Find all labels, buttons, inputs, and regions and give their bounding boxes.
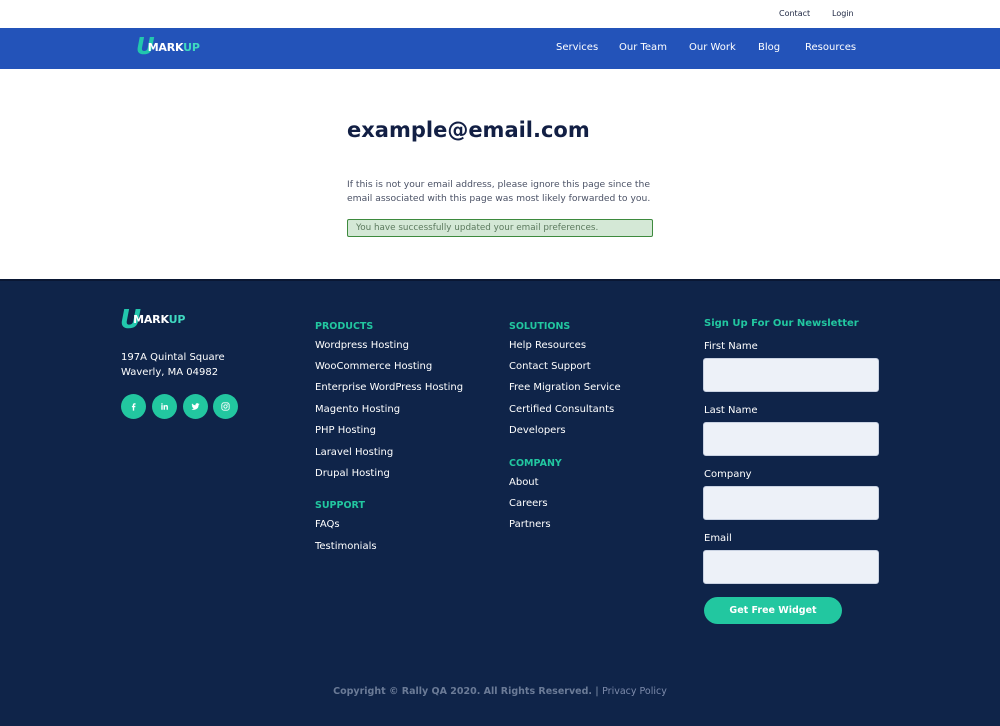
get-free-widget-button[interactable]: Get Free Widget	[704, 597, 842, 624]
footer-link-magento-hosting[interactable]: Magento Hosting	[315, 404, 400, 415]
twitter-button[interactable]	[183, 394, 208, 419]
address-line-2: Waverly, MA 04982	[121, 367, 219, 378]
copyright-bar: Copyright © Rally QA 2020. All Rights Re…	[0, 686, 1000, 697]
nav-resources[interactable]: Resources	[805, 42, 856, 53]
header-logo[interactable]: U MARKUP	[136, 36, 200, 59]
products-heading: PRODUCTS	[315, 321, 374, 332]
newsletter-heading: Sign Up For Our Newsletter	[704, 318, 859, 329]
login-link[interactable]: Login	[832, 9, 854, 18]
logo-word-accent: UP	[168, 313, 186, 326]
last-name-field[interactable]	[703, 422, 879, 456]
support-heading: SUPPORT	[315, 500, 365, 511]
solutions-heading: SOLUTIONS	[509, 321, 571, 332]
logo-word-main: MARK	[147, 41, 184, 54]
main-navbar: U MARKUP Services Our Team Our Work Blog…	[0, 28, 1000, 69]
first-name-field[interactable]	[703, 358, 879, 392]
copyright-text: Copyright © Rally QA 2020. All Rights Re…	[333, 686, 599, 697]
first-name-label: First Name	[704, 341, 758, 352]
twitter-icon	[191, 403, 200, 410]
nav-our-work[interactable]: Our Work	[689, 42, 736, 53]
footer-link-wordpress-hosting[interactable]: Wordpress Hosting	[315, 340, 409, 351]
nav-blog[interactable]: Blog	[758, 42, 780, 53]
nav-services[interactable]: Services	[556, 42, 598, 53]
facebook-button[interactable]	[121, 394, 146, 419]
footer-link-testimonials[interactable]: Testimonials	[315, 541, 377, 552]
logo-word-main: MARK	[133, 313, 169, 326]
utility-bar: Contact Login	[0, 0, 1000, 28]
last-name-label: Last Name	[704, 405, 758, 416]
success-message: You have successfully updated your email…	[347, 219, 653, 237]
site-footer: U MARKUP 197A Quintal Square Waverly, MA…	[0, 279, 1000, 726]
footer-link-certified-consultants[interactable]: Certified Consultants	[509, 404, 614, 415]
footer-link-drupal-hosting[interactable]: Drupal Hosting	[315, 468, 390, 479]
address-line-1: 197A Quintal Square	[121, 352, 225, 363]
footer-link-enterprise-wordpress-hosting[interactable]: Enterprise WordPress Hosting	[315, 382, 463, 393]
email-label: Email	[704, 533, 732, 544]
facebook-icon	[131, 403, 136, 411]
footer-link-php-hosting[interactable]: PHP Hosting	[315, 425, 376, 436]
footer-link-help-resources[interactable]: Help Resources	[509, 340, 586, 351]
email-field[interactable]	[703, 550, 879, 584]
company-heading: COMPANY	[509, 458, 562, 469]
footer-link-careers[interactable]: Careers	[509, 498, 548, 509]
logo-wordmark: MARKUP	[148, 42, 200, 53]
footer-link-developers[interactable]: Developers	[509, 425, 566, 436]
instagram-button[interactable]	[213, 394, 238, 419]
footer-link-contact-support[interactable]: Contact Support	[509, 361, 591, 372]
footer-logo[interactable]: U MARKUP	[120, 307, 185, 333]
logo-word-accent: UP	[183, 41, 200, 54]
logo-wordmark: MARKUP	[133, 314, 185, 325]
company-label: Company	[704, 469, 752, 480]
nav-our-team[interactable]: Our Team	[619, 42, 667, 53]
linkedin-icon	[161, 403, 168, 410]
footer-address: 197A Quintal Square Waverly, MA 04982	[121, 350, 225, 380]
instagram-icon	[221, 402, 230, 411]
company-field[interactable]	[703, 486, 879, 520]
footer-link-partners[interactable]: Partners	[509, 519, 551, 530]
footer-link-about[interactable]: About	[509, 477, 539, 488]
contact-link[interactable]: Contact	[779, 9, 810, 18]
email-heading: example@email.com	[347, 118, 590, 142]
privacy-policy-link[interactable]: Privacy Policy	[602, 686, 667, 697]
email-notice: If this is not your email address, pleas…	[347, 179, 651, 204]
footer-link-woocommerce-hosting[interactable]: WooCommerce Hosting	[315, 361, 432, 372]
footer-link-laravel-hosting[interactable]: Laravel Hosting	[315, 447, 393, 458]
footer-link-free-migration-service[interactable]: Free Migration Service	[509, 382, 621, 393]
footer-link-faqs[interactable]: FAQs	[315, 519, 340, 530]
linkedin-button[interactable]	[152, 394, 177, 419]
